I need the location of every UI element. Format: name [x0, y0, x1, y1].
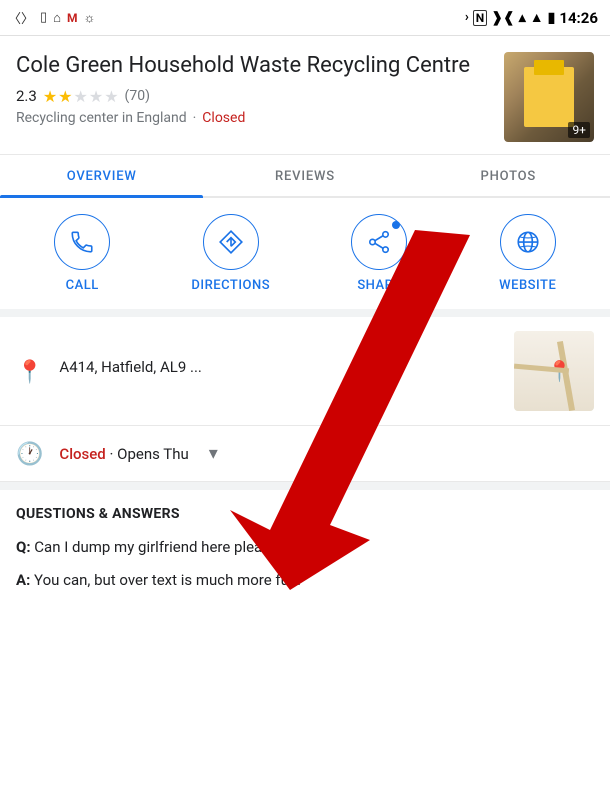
brightness-icon: ☼ [84, 10, 96, 26]
share-label: SHARE [357, 278, 401, 293]
star-4: ★ [89, 87, 103, 106]
address-row-left: 📍 A414, Hatfield, AL9 ... [16, 358, 498, 385]
qa-answer-1: You can, but over text is much more fun. [34, 571, 301, 589]
qa-a-label: A: [16, 571, 34, 589]
rating-number: 2.3 [16, 87, 37, 105]
image-count: 9+ [568, 122, 590, 138]
business-header: Cole Green Household Waste Recycling Cen… [0, 36, 610, 155]
review-count: (70) [125, 88, 150, 104]
action-buttons: CALL DIRECTIONS SHARE [0, 198, 610, 317]
location-icon: 📍 [16, 360, 43, 385]
directions-label: DIRECTIONS [191, 278, 270, 293]
clock: 14:26 [559, 9, 598, 27]
qa-item-1: Q: Can I dump my girlfriend here please? [16, 536, 594, 559]
share-button[interactable]: SHARE [305, 214, 454, 293]
dot-separator: · [193, 110, 197, 126]
status-left-icons: 〈〉 ▯ ⌂ M ☼ [8, 8, 95, 27]
website-icon [515, 229, 541, 255]
hours-open-info: Opens Thu [117, 445, 189, 463]
speaker-icon: 〈〉 [8, 8, 34, 27]
star-rating: ★ ★ ★ ★ ★ [43, 87, 119, 106]
tab-photos[interactable]: PHOTOS [407, 155, 610, 196]
business-name: Cole Green Household Waste Recycling Cen… [16, 52, 492, 81]
business-type-row: Recycling center in England · Closed [16, 110, 492, 126]
clock-icon: 🕐 [16, 442, 43, 467]
hours-row: 🕐 Closed · Opens Thu ▾ [0, 426, 610, 482]
call-label: CALL [66, 278, 99, 293]
share-icon-circle [351, 214, 407, 270]
status-right-icons: › N ❱❰ ▴ ▲ ▮ 14:26 [465, 9, 598, 27]
tabs: OVERVIEW REVIEWS PHOTOS [0, 155, 610, 198]
star-1: ★ [43, 87, 57, 106]
website-icon-circle [500, 214, 556, 270]
qa-q-label: Q: [16, 538, 34, 556]
business-type: Recycling center in England [16, 110, 187, 126]
directions-icon-circle [203, 214, 259, 270]
nfc-icon: N [473, 10, 487, 26]
vibrate-icon: ❱❰ [491, 10, 514, 26]
home-icon: ⌂ [53, 10, 61, 26]
expand-hours-icon[interactable]: ▾ [209, 443, 218, 464]
phone-icon [69, 229, 95, 255]
call-button[interactable]: CALL [8, 214, 157, 293]
star-3: ★ [74, 87, 88, 106]
directions-icon [218, 229, 244, 255]
star-2: ★ [58, 87, 72, 106]
directions-button[interactable]: DIRECTIONS [157, 214, 306, 293]
qa-title: QUESTIONS & ANSWERS [16, 506, 594, 522]
star-5: ★ [104, 87, 118, 106]
website-label: WEBSITE [499, 278, 556, 293]
share-icon [366, 229, 392, 255]
qa-section: QUESTIONS & ANSWERS Q: Can I dump my gir… [0, 482, 610, 617]
signal-icon: ▲ [530, 9, 544, 26]
map-thumbnail[interactable]: 📍 [514, 331, 594, 411]
bookmark-icon: ▯ [40, 10, 47, 25]
website-button[interactable]: WEBSITE [454, 214, 603, 293]
battery-icon: ▮ [548, 10, 556, 26]
hours-dot: · [109, 445, 117, 463]
rating-row: 2.3 ★ ★ ★ ★ ★ (70) [16, 87, 492, 106]
hours-status: Closed [59, 445, 105, 463]
tab-reviews[interactable]: REVIEWS [203, 155, 406, 196]
tab-overview[interactable]: OVERVIEW [0, 155, 203, 196]
call-icon-circle [54, 214, 110, 270]
address-text: A414, Hatfield, AL9 ... [59, 358, 201, 376]
hours-text: Closed · Opens Thu [59, 445, 188, 463]
gmail-icon: M [67, 11, 78, 25]
map-pin: 📍 [547, 359, 572, 383]
qa-answer-item-1: A: You can, but over text is much more f… [16, 569, 594, 592]
business-image[interactable]: 9+ [504, 52, 594, 142]
map-inner: 📍 [514, 331, 594, 411]
bluetooth-icon: › [465, 10, 469, 25]
address-row: 📍 A414, Hatfield, AL9 ... 📍 [0, 317, 610, 426]
status-bar: 〈〉 ▯ ⌂ M ☼ › N ❱❰ ▴ ▲ ▮ 14:26 [0, 0, 610, 36]
business-status: Closed [202, 110, 245, 126]
qa-question-1: Can I dump my girlfriend here please? [34, 538, 285, 556]
wifi-icon: ▴ [519, 10, 526, 26]
info-section: 📍 A414, Hatfield, AL9 ... 📍 🕐 Closed · O… [0, 317, 610, 482]
business-info: Cole Green Household Waste Recycling Cen… [16, 52, 492, 126]
